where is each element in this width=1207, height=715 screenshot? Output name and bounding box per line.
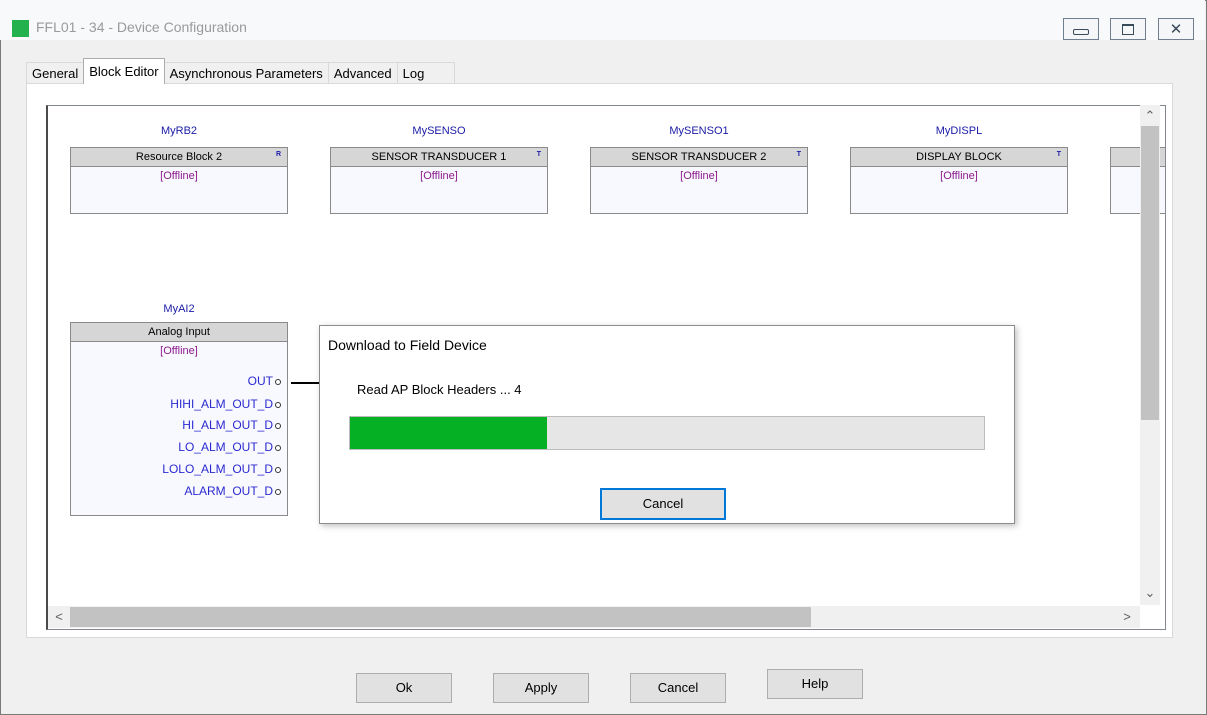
port-connector[interactable]	[275, 488, 281, 495]
tab-asynchronous-parameters[interactable]: Asynchronous Parameters	[163, 62, 329, 84]
function-block-display[interactable]: DISPLAY BLOCK T [Offline]	[850, 147, 1068, 214]
port-connector[interactable]	[275, 401, 281, 408]
block-name: SENSOR TRANSDUCER 2	[631, 151, 767, 163]
block-header: Resource Block 2 R	[71, 148, 287, 167]
maximize-icon	[1122, 23, 1134, 35]
dialog-edge	[317, 325, 320, 524]
block-header: DISPLAY BLOCK T	[851, 148, 1067, 167]
app-icon	[12, 20, 29, 37]
tab-block-editor[interactable]: Block Editor	[83, 58, 165, 84]
port-hi-alm-out-d[interactable]: HI_ALM_OUT_D	[182, 418, 281, 432]
block-type-mark: T	[796, 151, 801, 158]
block-header: SENSOR TRANSDUCER 1 T	[331, 148, 547, 167]
dialog-title: Download to Field Device	[328, 337, 487, 353]
port-alarm-out-d[interactable]: ALARM_OUT_D	[184, 484, 281, 498]
port-label: HI_ALM_OUT_D	[182, 418, 273, 432]
block-tag-display: MyDISPL	[935, 125, 983, 137]
window-title: FFL01 - 34 - Device Configuration	[36, 19, 247, 35]
port-label: LOLO_ALM_OUT_D	[162, 462, 273, 476]
minimize-button[interactable]	[1063, 18, 1099, 40]
port-label: LO_ALM_OUT_D	[178, 440, 273, 454]
block-header: Analog Input	[71, 323, 287, 342]
help-button[interactable]: Help	[767, 669, 863, 699]
progress-bar-fill	[350, 417, 547, 449]
block-status: [Offline]	[680, 170, 718, 182]
port-connector[interactable]	[275, 378, 281, 385]
horizontal-scroll-thumb[interactable]	[70, 607, 811, 627]
vertical-scroll-thumb[interactable]	[1141, 126, 1159, 420]
function-block-sensor-transducer-2[interactable]: SENSOR TRANSDUCER 2 T [Offline]	[590, 147, 808, 214]
block-tag-analog-input: MyAI2	[163, 303, 195, 315]
function-block-sensor-transducer-1[interactable]: SENSOR TRANSDUCER 1 T [Offline]	[330, 147, 548, 214]
maximize-button[interactable]	[1110, 18, 1146, 40]
block-type-mark: T	[536, 151, 541, 158]
block-name: SENSOR TRANSDUCER 1	[371, 151, 507, 163]
block-tag-sensor2: MySENSO1	[669, 125, 729, 137]
port-out[interactable]: OUT	[248, 374, 281, 388]
close-icon: ✕	[1169, 21, 1183, 38]
tab-log[interactable]: Log	[396, 62, 456, 84]
block-status: [Offline]	[160, 345, 198, 357]
block-type-mark: R	[275, 151, 281, 158]
port-hihi-alm-out-d[interactable]: HIHI_ALM_OUT_D	[170, 397, 281, 411]
port-lolo-alm-out-d[interactable]: LOLO_ALM_OUT_D	[162, 462, 281, 476]
ok-button[interactable]: Ok	[356, 673, 452, 703]
apply-button[interactable]: Apply	[493, 673, 589, 703]
port-connector[interactable]	[275, 466, 281, 473]
scroll-down-arrow-icon[interactable]: ⌄	[1140, 585, 1160, 601]
block-status: [Offline]	[940, 170, 978, 182]
dialog-cancel-button[interactable]: Cancel	[600, 488, 726, 520]
block-type-mark: T	[1056, 151, 1061, 158]
scroll-right-arrow-icon[interactable]: >	[1118, 609, 1136, 624]
footer-cancel-button[interactable]: Cancel	[630, 673, 726, 703]
tab-general[interactable]: General	[26, 62, 85, 84]
port-lo-alm-out-d[interactable]: LO_ALM_OUT_D	[178, 440, 281, 454]
block-tag-resource: MyRB2	[160, 125, 198, 137]
function-block-analog-input[interactable]: Analog Input [Offline] OUT HIHI_ALM_OUT_…	[70, 322, 288, 516]
port-label: HIHI_ALM_OUT_D	[170, 397, 273, 411]
block-name: DISPLAY BLOCK	[916, 151, 1002, 163]
close-button[interactable]: ✕	[1158, 18, 1194, 40]
minimize-icon	[1073, 29, 1089, 35]
block-status: [Offline]	[160, 170, 198, 182]
tab-advanced[interactable]: Advanced	[327, 62, 398, 84]
dialog-corner	[316, 325, 318, 327]
function-block-resource[interactable]: Resource Block 2 R [Offline]	[70, 147, 288, 214]
port-label: OUT	[247, 374, 273, 388]
scroll-up-arrow-icon[interactable]: ⌃	[1140, 108, 1160, 124]
tab-strip: General Block Editor Asynchronous Parame…	[26, 58, 456, 84]
port-connector[interactable]	[275, 422, 281, 429]
scroll-left-arrow-icon[interactable]: <	[50, 609, 68, 624]
block-header: SENSOR TRANSDUCER 2 T	[591, 148, 807, 167]
block-name: Resource Block 2	[135, 151, 223, 163]
progress-message: Read AP Block Headers ... 4	[357, 382, 522, 397]
block-name: Analog Input	[148, 326, 210, 338]
block-tag-sensor1: MySENSO	[412, 125, 466, 137]
port-label: ALARM_OUT_D	[184, 484, 273, 498]
block-status: [Offline]	[420, 170, 458, 182]
port-connector[interactable]	[275, 444, 281, 451]
